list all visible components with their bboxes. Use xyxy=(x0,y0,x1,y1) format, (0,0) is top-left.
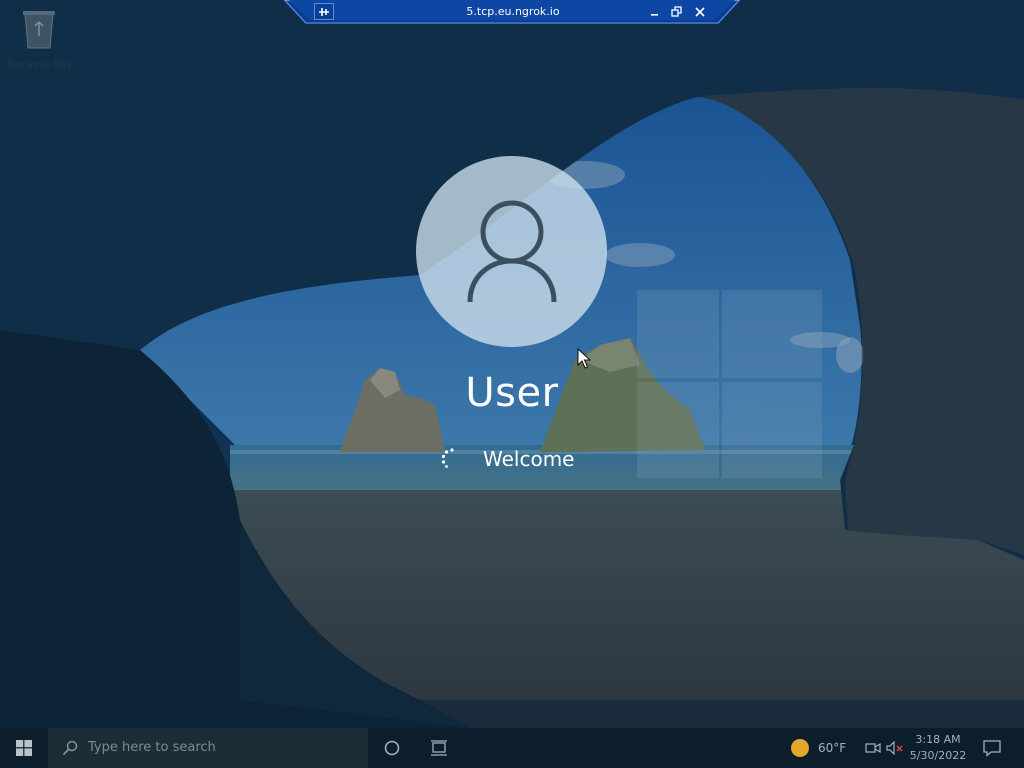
restore-icon xyxy=(671,6,682,17)
camera-tray-button[interactable] xyxy=(864,739,882,757)
task-view-button[interactable] xyxy=(415,728,463,768)
restore-session-button[interactable] xyxy=(669,4,685,20)
taskbar: Type here to search 60°F 3:18 AM 5/30/20… xyxy=(0,728,1024,768)
weather-widget[interactable]: 60°F xyxy=(786,728,856,768)
clock-time: 3:18 AM xyxy=(915,733,961,746)
sign-in-status: Welcome xyxy=(440,446,574,472)
weather-temperature: 60°F xyxy=(818,741,847,755)
minimize-icon xyxy=(651,14,658,16)
clock-date: 5/30/2022 xyxy=(909,749,967,762)
connection-host-title: 5.tcp.eu.ngrok.io xyxy=(466,5,560,18)
desktop-icon-label: Recycle Bin xyxy=(7,58,71,71)
minimize-session-button[interactable] xyxy=(647,4,663,20)
loading-spinner-icon xyxy=(441,448,454,469)
user-avatar xyxy=(416,156,607,347)
pin-connection-bar-button[interactable] xyxy=(314,3,334,20)
user-silhouette-icon xyxy=(467,200,556,302)
desktop-icon-recycle-bin[interactable]: Recycle Bin xyxy=(4,6,74,71)
camera-icon xyxy=(865,742,881,754)
notification-icon[interactable] xyxy=(982,739,1002,757)
task-view-icon xyxy=(431,740,447,756)
desktop-screen: Recycle Bin 5.tcp.eu.ngrok.io User Welco… xyxy=(0,0,1024,768)
search-placeholder: Type here to search xyxy=(88,740,216,755)
cortana-circle-icon xyxy=(384,740,400,756)
search-icon xyxy=(62,740,78,756)
cortana-button[interactable] xyxy=(368,728,416,768)
welcome-message: Welcome xyxy=(483,447,575,471)
start-button[interactable] xyxy=(0,728,48,768)
taskbar-clock[interactable]: 3:18 AM 5/30/2022 xyxy=(906,732,970,764)
close-icon xyxy=(695,7,705,17)
close-session-button[interactable] xyxy=(692,4,708,20)
recycle-bin-icon xyxy=(23,11,55,49)
speaker-muted-icon xyxy=(886,741,903,755)
account-username: User xyxy=(465,370,559,416)
sunny-icon xyxy=(791,739,809,757)
mouse-cursor-icon xyxy=(577,348,591,369)
taskbar-search-box[interactable]: Type here to search xyxy=(48,728,368,768)
pin-icon xyxy=(319,7,329,16)
windows-logo-icon xyxy=(16,740,32,756)
volume-tray-button[interactable] xyxy=(886,739,904,757)
remote-connection-bar[interactable]: 5.tcp.eu.ngrok.io xyxy=(283,0,741,24)
